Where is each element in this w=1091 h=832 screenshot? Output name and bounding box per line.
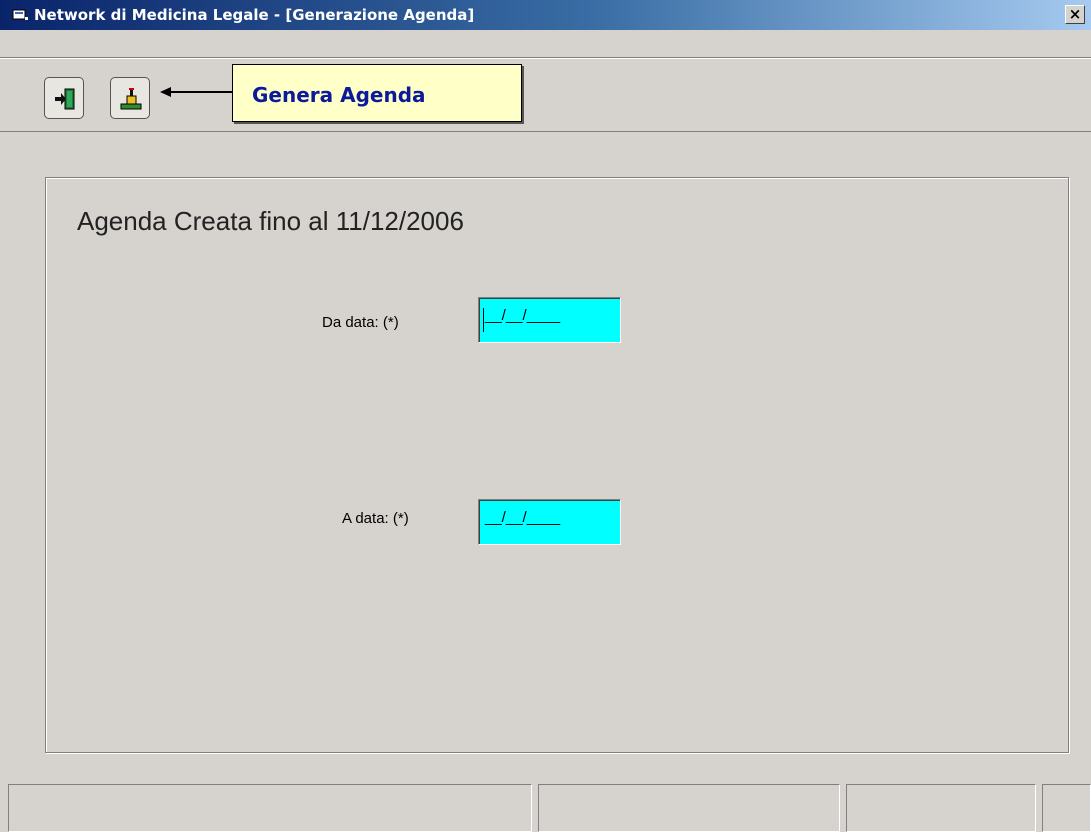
status-bar [0, 784, 1091, 832]
status-panel-4 [1042, 784, 1091, 832]
from-date-input[interactable]: __/__/____ [478, 297, 621, 343]
close-button[interactable]: × [1065, 5, 1085, 24]
status-panel-2 [538, 784, 840, 832]
window-title: Network di Medicina Legale - [Generazion… [34, 6, 475, 24]
window-title-bar: Network di Medicina Legale - [Generazion… [0, 0, 1091, 30]
app-icon [12, 9, 28, 20]
status-panel-3 [846, 784, 1036, 832]
exit-button[interactable] [44, 77, 84, 119]
callout-arrow [160, 87, 234, 97]
to-date-label: A data: (*) [342, 510, 409, 527]
agenda-panel: Agenda Creata fino al 11/12/2006 Da data… [45, 177, 1069, 753]
status-panel-1 [8, 784, 532, 832]
callout-tooltip: Genera Agenda [232, 64, 522, 122]
panel-title: Agenda Creata fino al 11/12/2006 [77, 206, 464, 236]
to-date-input[interactable]: __/__/____ [478, 499, 621, 545]
generate-agenda-icon [120, 88, 142, 110]
generate-agenda-button[interactable] [110, 77, 150, 119]
text-caret [483, 308, 484, 332]
from-date-value: __/__/____ [485, 307, 561, 324]
to-date-value: __/__/____ [485, 509, 561, 526]
exit-door-icon [55, 88, 75, 110]
from-date-label: Da data: (*) [322, 314, 399, 331]
